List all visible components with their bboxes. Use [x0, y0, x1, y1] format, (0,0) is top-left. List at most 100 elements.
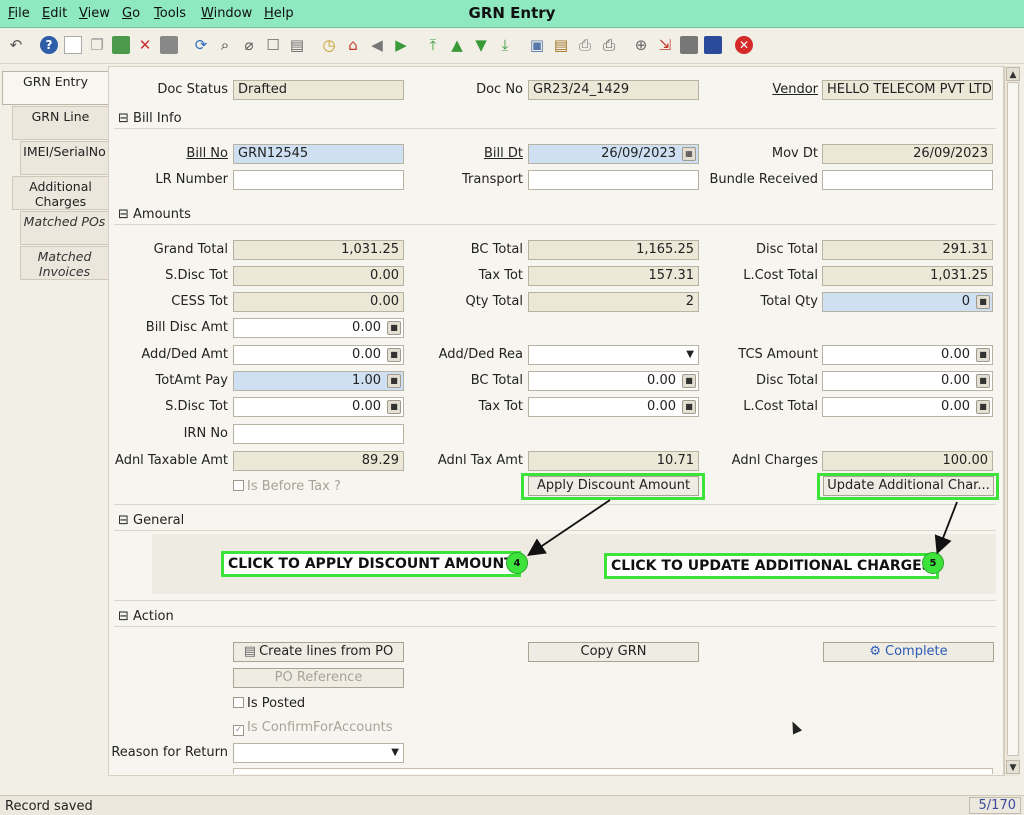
zoom-icon[interactable]: ⊕ [632, 36, 650, 54]
tax-tot2-field[interactable]: 0.00 ■ [528, 397, 699, 417]
disc-total2-field[interactable]: 0.00 ■ [822, 371, 993, 391]
total-qty-label: Total Qty [760, 294, 818, 309]
copy-grn-button[interactable]: Copy GRN [528, 642, 699, 662]
menu-window[interactable]: Window [201, 6, 252, 21]
menu-tools[interactable]: Tools [154, 6, 186, 21]
chevron-down-icon[interactable]: ▼ [686, 347, 694, 363]
sdisc-tot2-field[interactable]: 0.00 ■ [233, 397, 404, 417]
tcs-amount-field[interactable]: 0.00 ■ [822, 345, 993, 365]
scroll-down-icon[interactable]: ▼ [1006, 760, 1020, 774]
bill-dt-field[interactable]: 26/09/2023 ▦ [528, 144, 699, 164]
previous-icon[interactable]: ▲ [448, 36, 466, 54]
total-qty-field[interactable]: 0 ■ [822, 292, 993, 312]
home-icon[interactable]: ⌂ [344, 36, 362, 54]
print-preview-icon[interactable]: ⎙ [576, 36, 594, 54]
delete-icon[interactable] [112, 36, 130, 54]
calculator-icon[interactable]: ■ [387, 400, 401, 414]
forward-icon[interactable]: ▶ [392, 36, 410, 54]
first-icon[interactable]: ⤒ [424, 36, 442, 54]
chat-icon[interactable]: ☐ [264, 36, 282, 54]
is-confirm-for-accounts-checkbox[interactable]: ✓ Is ConfirmForAccounts [233, 720, 393, 736]
add-ded-amt-field[interactable]: 0.00 ■ [233, 345, 404, 365]
help-icon[interactable]: ? [40, 36, 58, 54]
calculator-icon[interactable]: ■ [976, 295, 990, 309]
text-area-partial[interactable] [233, 768, 993, 774]
vertical-scrollbar[interactable]: ▲ ▼ [1004, 66, 1020, 776]
lr-number-field[interactable] [233, 170, 404, 190]
next-icon[interactable]: ▼ [472, 36, 490, 54]
calculator-icon[interactable]: ■ [976, 374, 990, 388]
is-posted-checkbox[interactable]: Is Posted [233, 696, 305, 711]
tab-additional-charges[interactable]: Additional Charges [12, 176, 108, 210]
archive-icon[interactable]: ▤ [552, 36, 570, 54]
adnl-taxable-amt-field: 89.29 [233, 451, 404, 471]
bundle-received-field[interactable] [822, 170, 993, 190]
calculator-icon[interactable]: ■ [976, 400, 990, 414]
bill-info-title: Bill Info [133, 111, 182, 126]
amounts-section-header[interactable]: ⊟ Amounts [118, 207, 191, 222]
calculator-icon[interactable]: ■ [387, 321, 401, 335]
product-icon[interactable] [704, 36, 722, 54]
menu-view[interactable]: View [79, 6, 110, 21]
find-icon[interactable]: ⌕ [216, 36, 234, 54]
totamt-pay-field[interactable]: 1.00 ■ [233, 371, 404, 391]
reason-for-return-select[interactable]: ▼ [233, 743, 404, 763]
calendar-icon[interactable]: ▦ [682, 147, 696, 161]
scrollbar-thumb[interactable] [1007, 82, 1019, 756]
exit-icon[interactable]: ✕ [735, 36, 753, 54]
chevron-down-icon[interactable]: ▼ [391, 745, 399, 761]
save-icon[interactable] [160, 36, 178, 54]
tab-matched-pos[interactable]: Matched POs [20, 211, 108, 245]
lcost-total2-field[interactable]: 0.00 ■ [822, 397, 993, 417]
complete-button[interactable]: ⚙ Complete [823, 642, 994, 662]
back-icon[interactable]: ◀ [368, 36, 386, 54]
tab-imei-serialno[interactable]: IMEI/SerialNo [20, 141, 108, 175]
add-ded-rea-select[interactable]: ▼ [528, 345, 699, 365]
request-icon[interactable] [680, 36, 698, 54]
doc-no-field[interactable]: GR23/24_1429 [528, 80, 699, 100]
attachment-icon[interactable]: ⌀ [240, 36, 258, 54]
report-icon[interactable]: ▤ [288, 36, 306, 54]
calculator-icon[interactable]: ■ [387, 374, 401, 388]
transport-field[interactable] [528, 170, 699, 190]
print-icon[interactable]: ⎙ [600, 36, 618, 54]
add-ded-rea-label: Add/Ded Rea [438, 347, 523, 362]
menu-help[interactable]: Help [264, 6, 294, 21]
bill-info-section-header[interactable]: ⊟ Bill Info [118, 111, 182, 126]
create-lines-from-po-button[interactable]: ▤ Create lines from PO [233, 642, 404, 662]
irn-no-field[interactable] [233, 424, 404, 444]
action-section-header[interactable]: ⊟ Action [118, 609, 174, 624]
bill-disc-amt-field[interactable]: 0.00 ■ [233, 318, 404, 338]
calculator-icon[interactable]: ■ [682, 400, 696, 414]
calculator-icon[interactable]: ■ [976, 348, 990, 362]
new-icon[interactable] [64, 36, 82, 54]
tab-matched-invoices[interactable]: Matched Invoices [20, 246, 108, 280]
tab-grn-line[interactable]: GRN Line [12, 106, 108, 140]
history-icon[interactable]: ◷ [320, 36, 338, 54]
last-icon[interactable]: ⤓ [496, 36, 514, 54]
is-before-tax-label: Is Before Tax ? [247, 479, 341, 494]
close-icon[interactable]: ✕ [136, 36, 154, 54]
refresh-icon[interactable]: ⟳ [192, 36, 210, 54]
is-before-tax-checkbox[interactable]: Is Before Tax ? [233, 479, 341, 494]
tab-grn-entry[interactable]: GRN Entry [2, 71, 108, 105]
scroll-up-icon[interactable]: ▲ [1006, 67, 1020, 81]
calculator-icon[interactable]: ■ [682, 374, 696, 388]
bc-total2-field[interactable]: 0.00 ■ [528, 371, 699, 391]
undo-icon[interactable]: ↶ [7, 36, 25, 54]
document-icon: ▤ [243, 644, 257, 659]
menu-file[interactable]: File [8, 6, 30, 21]
apply-discount-amount-button[interactable]: Apply Discount Amount [528, 476, 699, 496]
update-additional-charges-button[interactable]: Update Additional Char... [823, 476, 994, 496]
menu-go[interactable]: Go [122, 6, 140, 21]
workflow-icon[interactable]: ⇲ [656, 36, 674, 54]
menu-edit[interactable]: Edit [42, 6, 67, 21]
record-count[interactable]: 5/170 [969, 797, 1021, 814]
copy-icon[interactable]: ❐ [88, 36, 106, 54]
po-reference-button[interactable]: PO Reference [233, 668, 404, 688]
general-section-header[interactable]: ⊟ General [118, 513, 184, 528]
bill-no-field[interactable]: GRN12545 [233, 144, 404, 164]
vendor-field[interactable]: HELLO TELECOM PVT LTD [822, 80, 993, 100]
detail-icon[interactable]: ▣ [528, 36, 546, 54]
calculator-icon[interactable]: ■ [387, 348, 401, 362]
